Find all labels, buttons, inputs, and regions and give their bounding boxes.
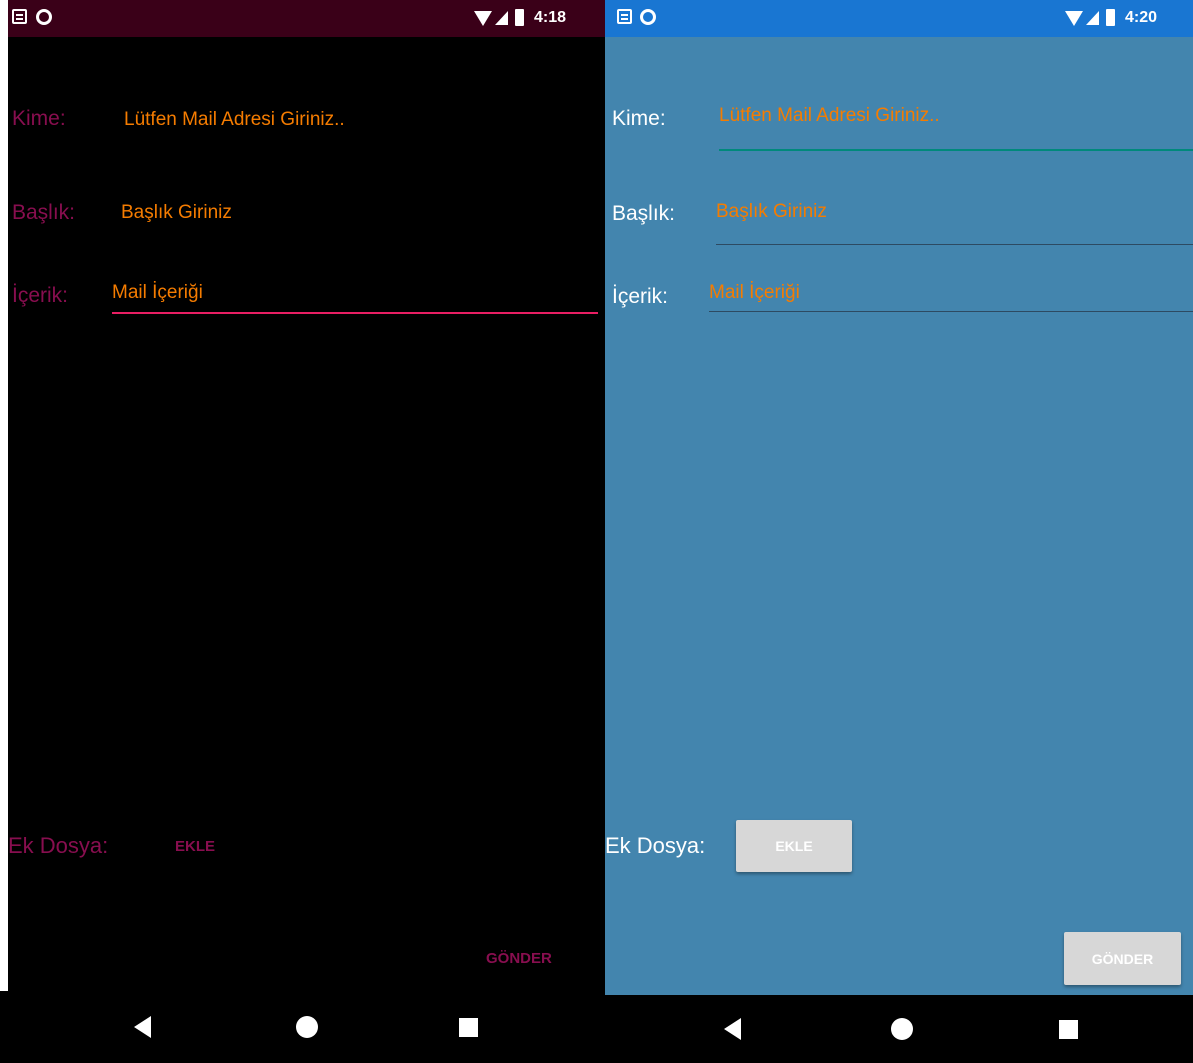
status-bar: 4:20 xyxy=(605,0,1193,37)
recents-icon[interactable] xyxy=(1059,1020,1078,1039)
notification-icon xyxy=(12,9,27,24)
subject-input[interactable]: Başlık Giriniz xyxy=(121,202,232,224)
sync-circle-icon xyxy=(640,9,656,25)
navigation-bar xyxy=(605,995,1193,1063)
home-icon[interactable] xyxy=(891,1018,913,1040)
to-label: Kime: xyxy=(12,107,66,130)
back-icon[interactable] xyxy=(724,1018,741,1040)
body-input[interactable]: Mail İçeriği xyxy=(112,282,203,304)
status-bar: 4:18 xyxy=(8,0,605,37)
sync-circle-icon xyxy=(36,9,52,25)
attachment-label: Ek Dosya: xyxy=(605,833,706,858)
right-screen: 4:20 Kime: Lütfen Mail Adresi Giriniz.. … xyxy=(605,0,1193,1063)
wifi-icon xyxy=(474,11,492,26)
signal-icon xyxy=(495,11,508,25)
left-screen: 4:18 Kime: Lütfen Mail Adresi Giriniz.. … xyxy=(0,0,605,1063)
wifi-icon xyxy=(1065,11,1083,26)
add-attachment-button[interactable]: EKLE xyxy=(736,820,852,872)
to-input[interactable]: Lütfen Mail Adresi Giriniz.. xyxy=(719,105,940,127)
signal-icon xyxy=(1086,11,1099,25)
add-attachment-button[interactable]: EKLE xyxy=(175,838,215,855)
status-time: 4:20 xyxy=(1125,9,1158,26)
recents-icon[interactable] xyxy=(459,1018,478,1037)
body-input-underline xyxy=(709,311,1193,312)
to-input-underline xyxy=(719,149,1193,151)
subject-label: Başlık: xyxy=(12,201,76,224)
body-label: İçerik: xyxy=(612,285,669,308)
send-button[interactable]: GÖNDER xyxy=(486,950,552,967)
send-button[interactable]: GÖNDER xyxy=(1064,932,1181,985)
navigation-bar xyxy=(0,991,605,1063)
edge-strip xyxy=(0,0,8,991)
subject-input[interactable]: Başlık Giriniz xyxy=(716,201,827,223)
status-time: 4:18 xyxy=(534,9,567,26)
body-input[interactable]: Mail İçeriği xyxy=(709,282,800,304)
subject-label: Başlık: xyxy=(612,202,676,225)
to-label: Kime: xyxy=(612,107,666,130)
attachment-label: Ek Dosya: xyxy=(8,833,109,858)
home-icon[interactable] xyxy=(296,1016,318,1038)
body-label: İçerik: xyxy=(12,284,69,307)
subject-input-underline xyxy=(716,244,1193,245)
notification-icon xyxy=(617,9,632,24)
to-input[interactable]: Lütfen Mail Adresi Giriniz.. xyxy=(124,109,345,131)
back-icon[interactable] xyxy=(134,1016,151,1038)
mail-form: Kime: Lütfen Mail Adresi Giriniz.. Başlı… xyxy=(8,37,605,991)
battery-icon xyxy=(515,9,524,26)
body-input-underline xyxy=(112,312,598,314)
mail-form: Kime: Lütfen Mail Adresi Giriniz.. Başlı… xyxy=(605,37,1193,995)
battery-icon xyxy=(1106,9,1115,26)
